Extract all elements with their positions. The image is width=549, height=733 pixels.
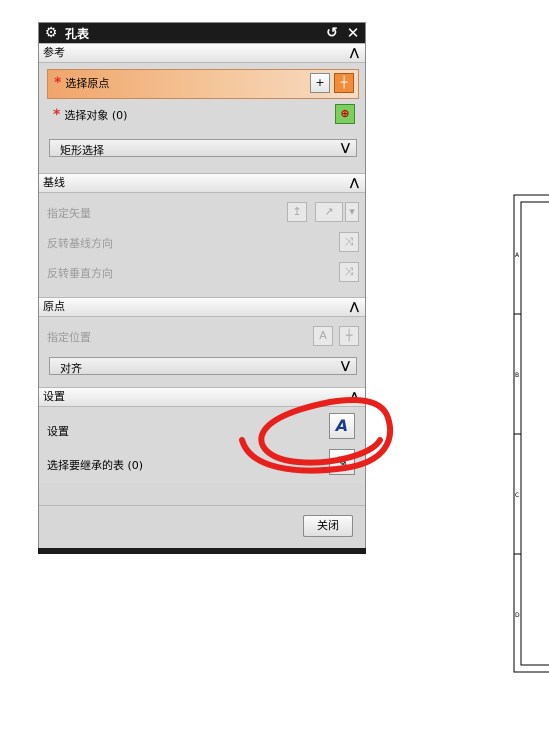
annotation-circle [239, 396, 394, 474]
sheet-zone-c: C [515, 492, 519, 499]
sheet-zone-b: B [515, 372, 519, 379]
drawing-sheet: A B C D [513, 194, 549, 673]
sheet-zone-a: A [515, 252, 520, 259]
sheet-zone-d: D [515, 612, 520, 619]
